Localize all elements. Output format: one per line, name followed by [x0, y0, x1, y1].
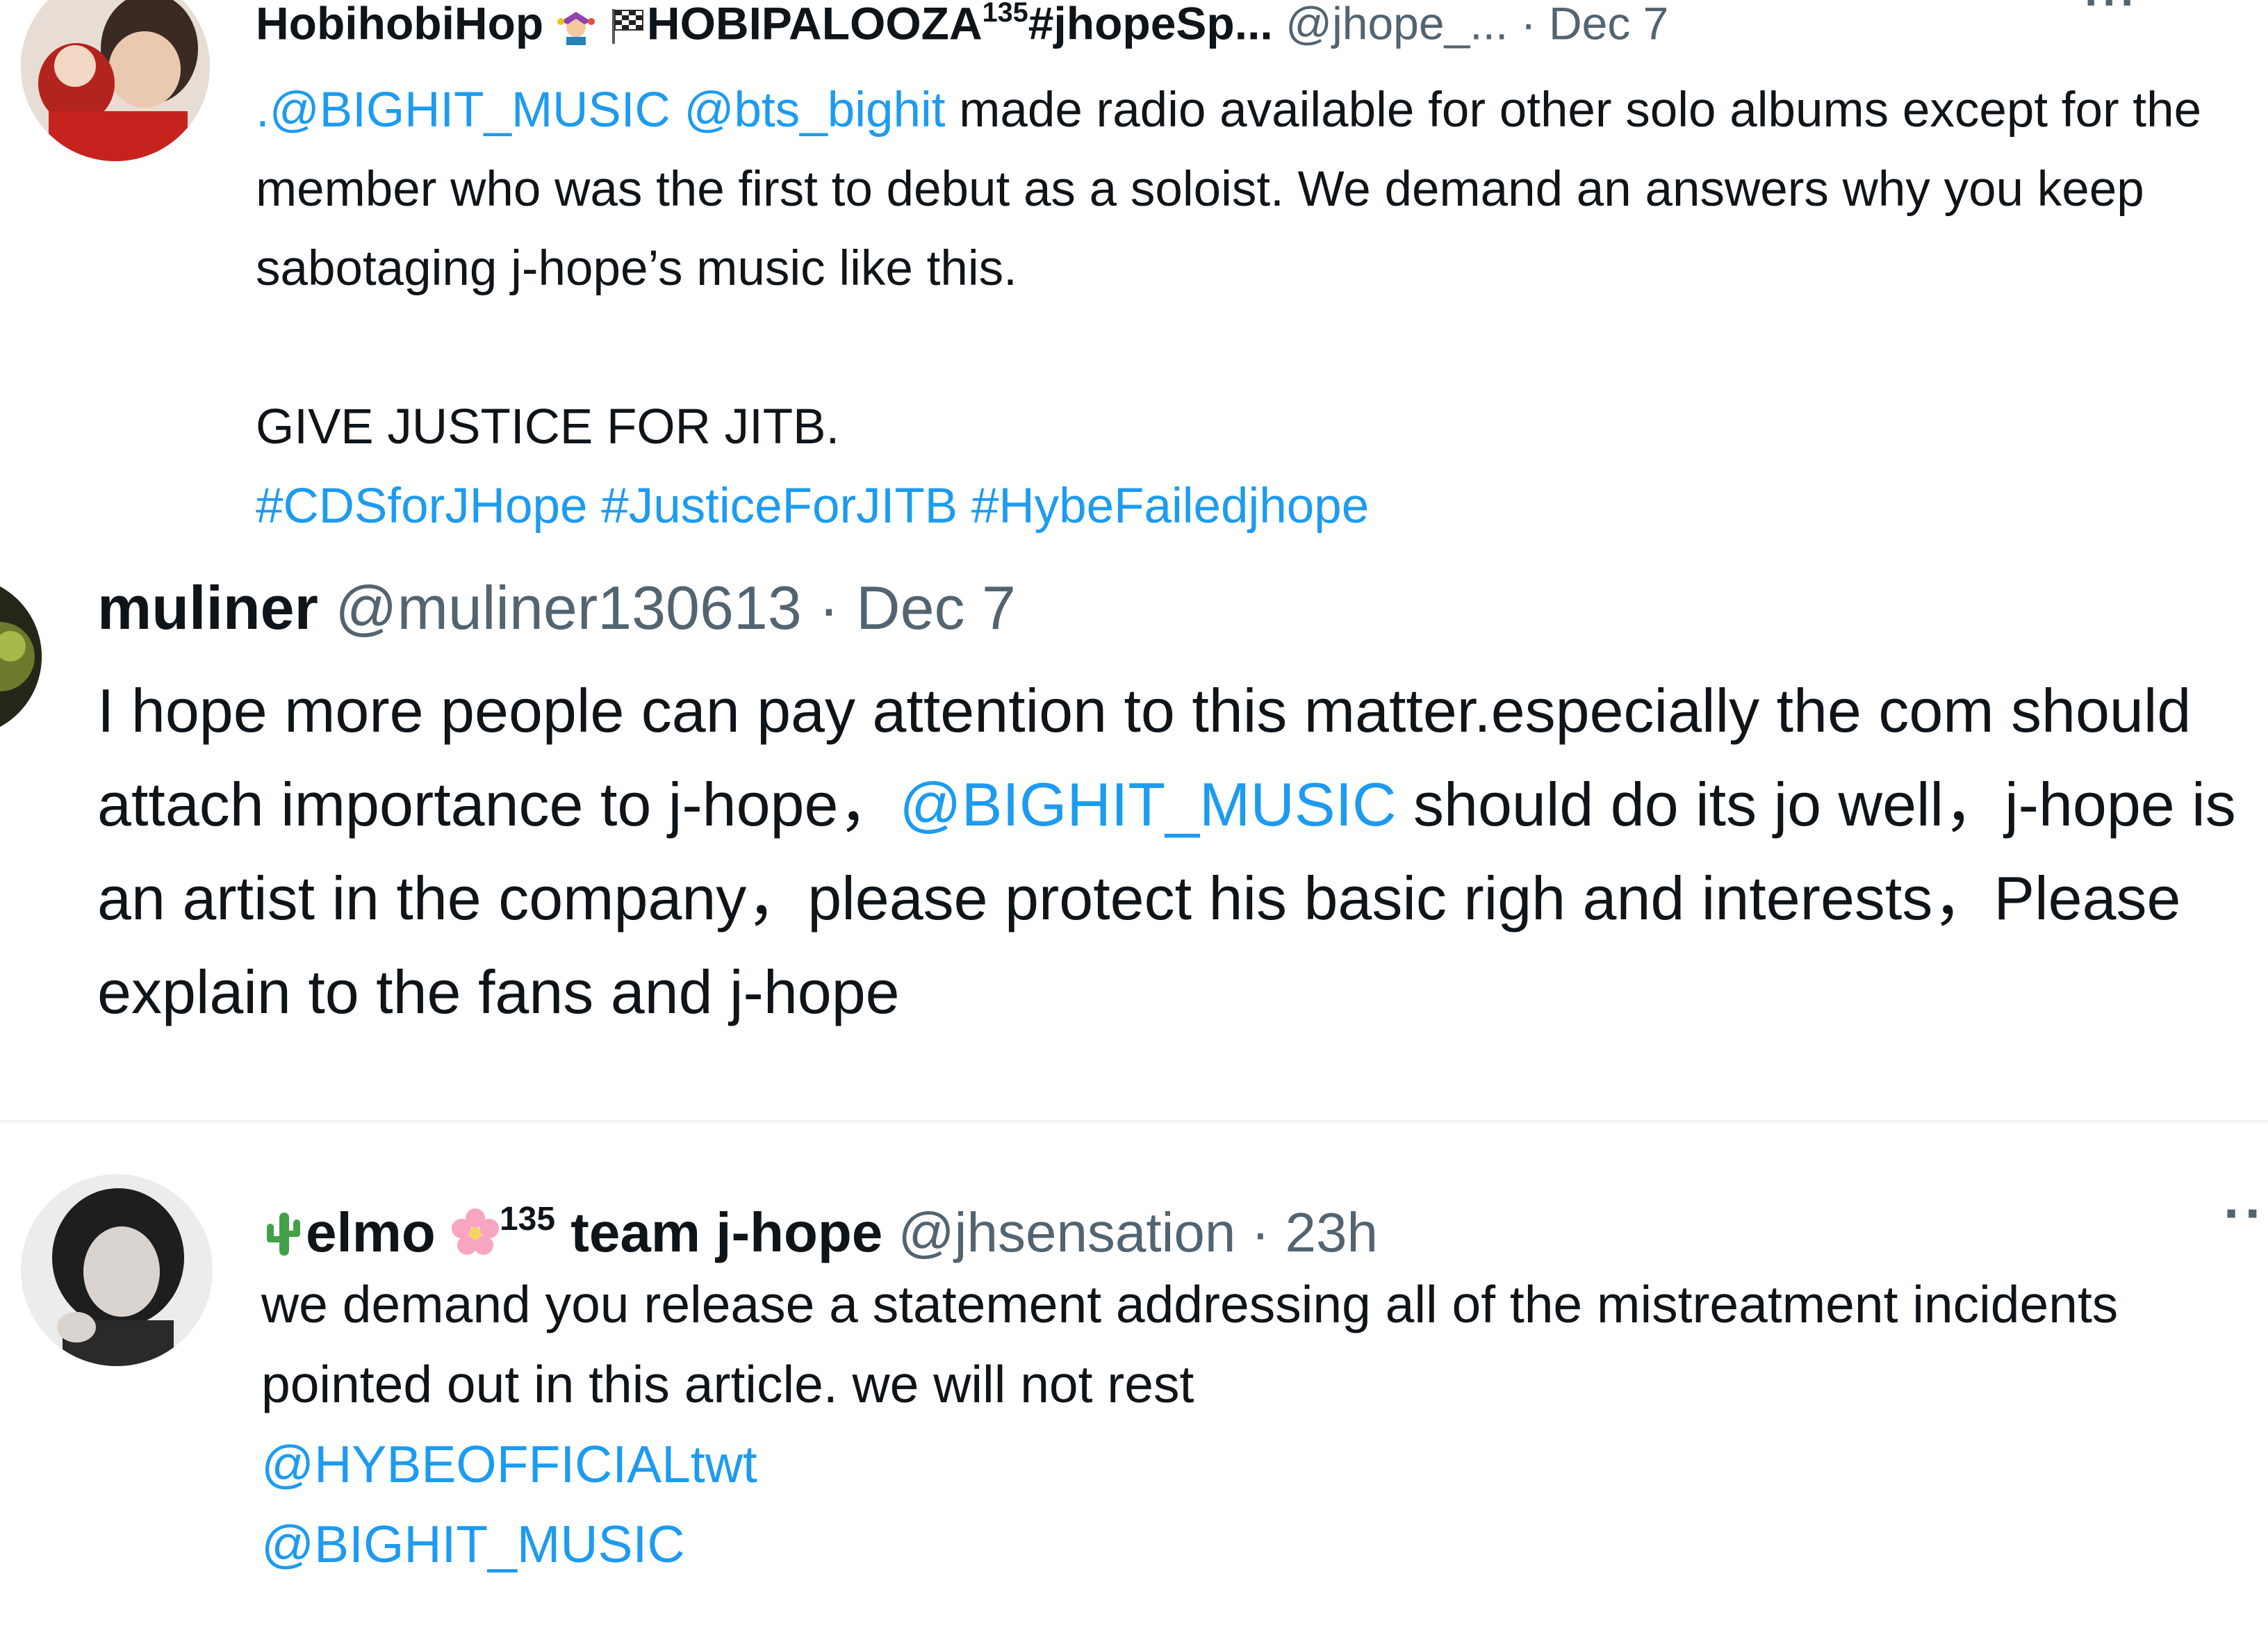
avatar-image	[21, 0, 210, 161]
jester-emoji-icon	[557, 1, 595, 57]
tweet-text: we demand you release a statement addres…	[261, 1265, 2249, 1584]
checkered-flag-icon	[608, 1, 647, 57]
tweet-header: HobihobiHop HOBIPALOOZA135#jhopeSp... @j…	[256, 0, 2243, 49]
more-options-icon[interactable]: ···	[2085, 0, 2139, 28]
tweet-header: elmo 135 team j-hope @jhsensation · 23h	[261, 1181, 1378, 1263]
avatar[interactable]	[21, 1174, 213, 1366]
mention-link[interactable]: @BIGHIT_MUSIC	[899, 770, 1396, 839]
user-handle[interactable]: @jhope_...	[1285, 0, 1508, 49]
hashtag-links[interactable]: #CDSforJHope #JusticeForJITB #HybeFailed…	[256, 467, 2243, 546]
user-handle[interactable]: @muliner130613	[335, 573, 802, 642]
mention-link[interactable]: @HYBEOFFICIALtwt	[261, 1424, 2249, 1504]
display-name-tag[interactable]: #jhopeSp...	[1028, 0, 1273, 49]
tweet-feed: HobihobiHop HOBIPALOOZA135#jhopeSp... @j…	[0, 0, 2268, 1626]
timestamp[interactable]: · Dec 7	[819, 573, 1016, 642]
display-name-suffix[interactable]: team j-hope	[570, 1201, 882, 1263]
tweet-divider	[0, 1120, 2268, 1122]
tweet-text-content: GIVE JUSTICE FOR JITB.	[256, 400, 840, 454]
timestamp[interactable]: · 23h	[1251, 1201, 1378, 1263]
avatar[interactable]	[0, 577, 42, 737]
display-name-suffix[interactable]: HOBIPALOOZA	[647, 0, 983, 49]
user-handle[interactable]: @jhsensation	[898, 1201, 1235, 1263]
avatar[interactable]	[21, 0, 210, 161]
tweet-text-content: we demand you release a statement addres…	[261, 1275, 2119, 1413]
avatar-image	[0, 577, 42, 737]
display-name[interactable]: HobihobiHop	[256, 0, 543, 49]
timestamp[interactable]: · Dec 7	[1521, 0, 1669, 49]
tweet-header: muliner @muliner130613 · Dec 7	[97, 570, 1016, 646]
display-name-superscript: 135	[499, 1201, 556, 1238]
tweet-text: .@BIGHIT_MUSIC @bts_bighit made radio av…	[256, 71, 2243, 546]
mention-link[interactable]: .@BIGHIT_MUSIC	[256, 83, 671, 138]
avatar-image	[21, 1174, 213, 1366]
mention-link[interactable]: @bts_bighit	[684, 83, 945, 138]
display-name-superscript: 135	[982, 0, 1028, 28]
display-name[interactable]: muliner	[97, 573, 318, 642]
more-options-icon[interactable]: ··	[2224, 1181, 2266, 1245]
mention-link[interactable]: @BIGHIT_MUSIC	[261, 1504, 2249, 1584]
tweet-text: I hope more people can pay attention to …	[97, 664, 2268, 1039]
display-name[interactable]: elmo	[306, 1201, 436, 1263]
